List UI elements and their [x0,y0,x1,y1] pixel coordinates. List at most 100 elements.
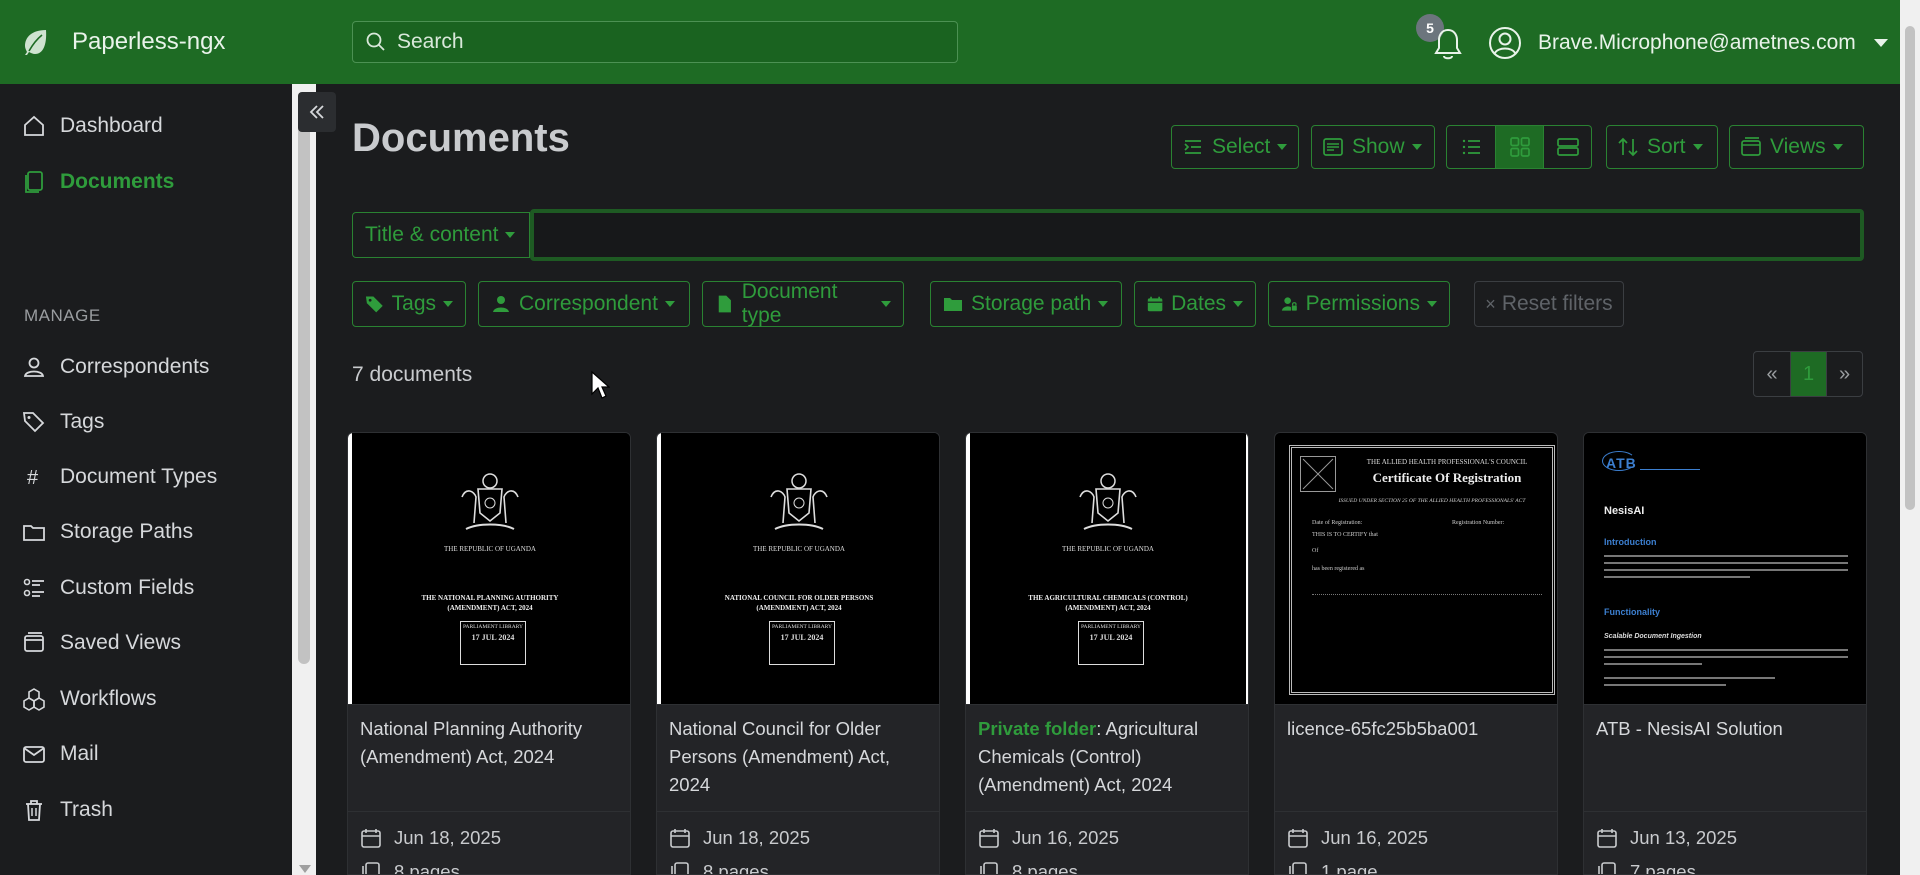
view-mode-group [1446,125,1592,169]
document-thumbnail[interactable]: THE ALLIED HEALTH PROFESSIONAL'S COUNCIL… [1275,433,1557,705]
views-dropdown-button[interactable]: Views [1729,125,1864,169]
page-scrollbar[interactable] [1900,0,1920,875]
document-date-text: Jun 13, 2025 [1630,827,1737,848]
certificate-photo-placeholder [1300,456,1336,492]
global-search[interactable] [352,21,958,63]
caret-down-icon [1832,144,1843,150]
filter-tags-label: Tags [391,292,436,315]
document-thumbnail[interactable]: THE REPUBLIC OF UGANDA THE NATIONAL PLAN… [348,433,630,705]
filter-correspondent-label: Correspondent [519,292,658,315]
sidebar-item-saved-views[interactable]: Saved Views [22,631,181,655]
sidebar-item-label: Workflows [60,687,157,710]
manage-heading: MANAGE [24,306,101,325]
document-date-text: Jun 16, 2025 [1321,827,1428,848]
document-pages-text: 8 pages [1012,861,1078,875]
list-icon [1462,139,1480,155]
collapse-sidebar-button[interactable] [298,92,336,132]
sort-dropdown-button[interactable]: Sort [1606,125,1718,169]
house-icon [24,115,44,136]
document-title[interactable]: National Planning Authority (Amendment) … [360,715,620,771]
sidebar-scrollbar[interactable] [292,84,316,875]
filter-permissions-button[interactable]: Permissions [1268,281,1450,327]
x-icon: × [1485,293,1496,314]
document-created-date: Jun 16, 2025 [978,827,1119,849]
document-pages-text: 7 pages [1630,861,1696,875]
show-label: Show [1352,135,1405,158]
thumb-republic-text: THE REPUBLIC OF UGANDA [753,545,845,553]
sidebar-item-tags[interactable]: Tags [22,410,104,434]
page-scrollbar-thumb[interactable] [1905,26,1915,510]
thumb-act-text: THE NATIONAL PLANNING AUTHORITY (AMENDME… [421,594,559,612]
thumb-heading: NesisAI [1604,505,1645,517]
document-title[interactable]: licence-65fc25b5ba001 [1287,715,1547,743]
filter-document-type-button[interactable]: Document type [702,280,904,327]
storage-path-prefix[interactable]: Private folder [978,718,1096,739]
document-thumbnail[interactable]: THE REPUBLIC OF UGANDA THE AGRICULTURAL … [966,433,1248,705]
bell-icon[interactable] [1432,26,1464,62]
thumb-stamp-text: PARLIAMENT LIBRARY [771,624,833,630]
filter-tags-button[interactable]: Tags [352,281,466,327]
card-divider [1584,811,1866,812]
document-created-date: Jun 18, 2025 [360,827,501,849]
document-pages-text: 1 page [1321,861,1378,875]
filter-correspondent-button[interactable]: Correspondent [478,281,690,327]
view-large-cards-button[interactable] [1543,126,1591,168]
sidebar-item-documents[interactable]: Documents [22,170,174,194]
text-filter-mode-dropdown[interactable]: Title & content [352,212,530,258]
search-icon [366,32,385,51]
thumb-intro-heading: Introduction [1604,537,1657,547]
document-title-text: National Council for Older Persons (Amen… [669,718,891,795]
sidebar-item-label: Correspondents [60,355,210,378]
document-title[interactable]: National Council for Older Persons (Amen… [669,715,929,799]
document-thumbnail[interactable]: ATB NesisAI Introduction Functionality S… [1584,433,1866,705]
filter-dates-button[interactable]: Dates [1134,281,1256,327]
folder-icon [23,525,45,541]
user-menu[interactable]: Brave.Microphone@ametnes.com [1488,26,1888,60]
pagination: « 1 » [1753,351,1863,397]
reset-filters-button[interactable]: × Reset filters [1474,281,1624,327]
file-fill-icon [718,295,731,313]
sidebar-item-dashboard[interactable]: Dashboard [22,114,163,138]
scroll-down-arrow-icon[interactable] [299,865,311,873]
text-filter-input[interactable] [530,209,1864,261]
show-dropdown-button[interactable]: Show [1311,125,1435,169]
sidebar-item-custom-fields[interactable]: Custom Fields [22,576,194,600]
calendar-icon [670,829,690,848]
coat-of-arms-image [461,473,519,530]
view-small-cards-button[interactable] [1495,126,1543,168]
sidebar-item-workflows[interactable]: Workflows [22,687,156,711]
select-dropdown-button[interactable]: Select [1171,125,1299,169]
caret-down-icon [1692,144,1703,150]
document-title[interactable]: Private folder: Agricultural Chemicals (… [978,715,1238,799]
view-details-button[interactable] [1447,126,1495,168]
sidebar-item-mail[interactable]: Mail [22,742,99,766]
document-thumbnail[interactable]: THE REPUBLIC OF UGANDA NATIONAL COUNCIL … [657,433,939,705]
filter-document-type-label: Document type [741,280,838,327]
sidebar-item-label: Storage Paths [60,520,194,543]
document-card[interactable]: THE REPUBLIC OF UGANDA THE AGRICULTURAL … [965,432,1249,875]
filter-storage-path-button[interactable]: Storage path [930,281,1122,327]
document-card[interactable]: THE ALLIED HEALTH PROFESSIONAL'S COUNCIL… [1274,432,1558,875]
sidebar-item-trash[interactable]: Trash [22,798,113,822]
sidebar-item-label: Mail [60,742,99,765]
tags-icon [22,412,45,433]
document-title[interactable]: ATB - NesisAI Solution [1596,715,1856,743]
files-icon [980,862,998,874]
pagination-page-1[interactable]: 1 [1790,352,1826,396]
document-card[interactable]: ATB NesisAI Introduction Functionality S… [1583,432,1867,875]
layout-rows-icon [1556,138,1579,156]
sidebar-scrollbar-thumb[interactable] [298,104,310,664]
sidebar-item-storage-paths[interactable]: Storage Paths [22,520,193,544]
pagination-prev-button[interactable]: « [1754,352,1790,396]
sidebar-item-document-types[interactable]: # Document Types [22,465,217,489]
pagination-next-button[interactable]: » [1826,352,1862,396]
text-indent-icon [1184,140,1201,154]
document-card[interactable]: THE REPUBLIC OF UGANDA THE NATIONAL PLAN… [347,432,631,875]
search-input[interactable] [397,30,937,54]
brand[interactable]: Paperless-ngx [20,27,350,57]
window-stack-icon [24,632,44,652]
card-divider [1275,811,1557,812]
sidebar-item-correspondents[interactable]: Correspondents [22,355,209,379]
document-title-text: National Planning Authority (Amendment) … [360,718,583,767]
document-card[interactable]: THE REPUBLIC OF UGANDA NATIONAL COUNCIL … [656,432,940,875]
